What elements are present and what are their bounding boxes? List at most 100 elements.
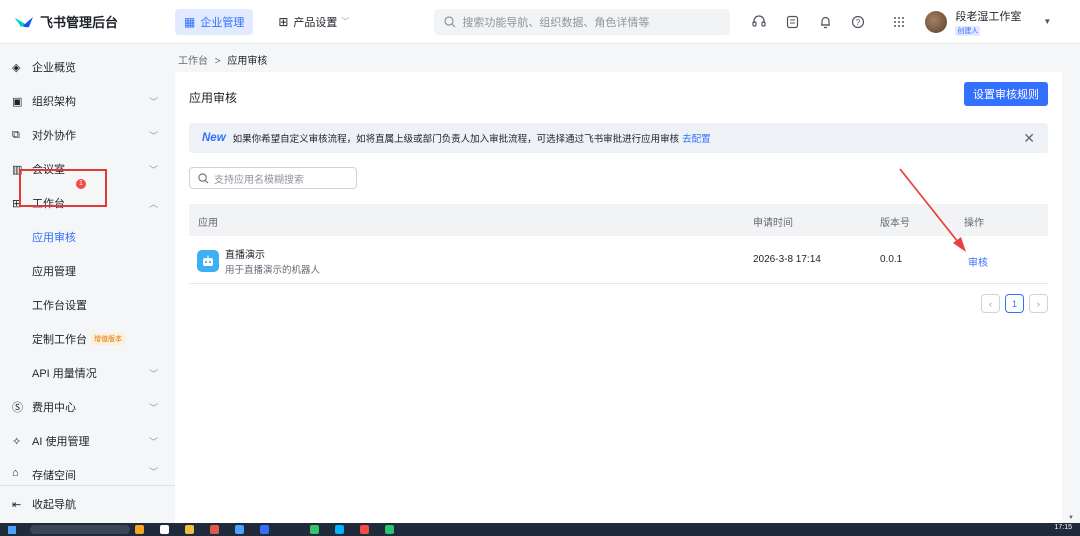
search-placeholder: 搜索功能导航、组织数据、角色详情等 <box>462 16 650 29</box>
close-icon[interactable]: ✕ <box>1023 130 1035 147</box>
sidebar-item-org-structure[interactable]: ▣ 组织架构 ﹀ <box>0 86 175 116</box>
set-review-rules-button[interactable]: 设置审核规则 <box>964 82 1048 106</box>
premium-tag: 增值版本 <box>91 333 125 345</box>
scroll-down-icon: ▼ <box>1068 515 1074 521</box>
main-card: 应用审核 设置审核规则 New 如果你希望自定义审核流程，如将直属上级或部门负责… <box>175 72 1062 523</box>
breadcrumb-separator: > <box>214 56 221 67</box>
tab-label: 产品设置 <box>293 16 338 29</box>
sidebar-item-ai-management[interactable]: ✧ AI 使用管理 ﹀ <box>0 426 175 456</box>
sparkle-icon: ✧ <box>12 435 22 448</box>
sidebar-item-label: 企业概览 <box>32 62 76 74</box>
sidebar-item-label: API 用量情况 <box>32 368 97 380</box>
sidebar-item-external-collab[interactable]: ⧉ 对外协作 ﹀ <box>0 120 175 150</box>
headset-icon[interactable] <box>748 11 770 33</box>
breadcrumb-parent[interactable]: 工作台 <box>178 56 208 67</box>
sidebar-item-app-review[interactable]: 应用审核 <box>0 222 175 252</box>
taskbar-app-icon[interactable] <box>360 525 369 534</box>
caret-down-icon: ▼ <box>1043 17 1052 26</box>
sidebar-item-label: 费用中心 <box>32 402 76 414</box>
version: 0.0.1 <box>880 254 903 265</box>
svg-text:?: ? <box>856 18 861 27</box>
page-title: 应用审核 <box>189 91 238 105</box>
table-row: 直播演示 用于直播演示的机器人 2026-3-8 17:14 0.0.1 审核 <box>189 236 1048 284</box>
scrollbar[interactable]: ▼ <box>1062 44 1080 523</box>
document-icon[interactable] <box>781 11 803 33</box>
sidebar-item-label: 应用审核 <box>32 232 76 244</box>
storage-icon: ⌂ <box>12 467 19 479</box>
grid-icon: ⊞ <box>278 14 289 29</box>
sidebar-item-app-management[interactable]: 应用管理 <box>0 256 175 286</box>
brand[interactable]: 飞书管理后台 <box>0 12 175 31</box>
taskbar-search[interactable] <box>30 525 130 534</box>
sidebar-item-label: 工作台设置 <box>32 300 87 312</box>
taskbar-app-icon[interactable] <box>335 525 344 534</box>
sidebar-item-label: AI 使用管理 <box>32 436 90 448</box>
chevron-down-icon: ﹀ <box>148 164 158 175</box>
user-name: 段老湿工作室 <box>955 10 1022 23</box>
sidebar-item-enterprise-overview[interactable]: ◈ 企业概览 <box>0 52 175 82</box>
sidebar-item-label: 定制工作台 <box>32 334 87 346</box>
app-search-input[interactable]: 支持应用名模糊搜索 <box>189 167 357 189</box>
next-page-button[interactable]: › <box>1029 294 1048 313</box>
brand-name: 飞书管理后台 <box>40 15 119 30</box>
sidebar-item-label: 应用管理 <box>32 266 76 278</box>
search-icon <box>444 15 456 27</box>
top-bar: 飞书管理后台 ▦ 企业管理 ⊞ 产品设置 ﹀ 搜索功能导航、组织数据、角色详情等… <box>0 0 1080 44</box>
bell-icon[interactable] <box>814 11 836 33</box>
chevron-down-icon: ﹀ <box>341 17 350 26</box>
taskbar-app-icon[interactable] <box>135 525 144 534</box>
taskbar-app-icon[interactable] <box>160 525 169 534</box>
sidebar-item-label: 对外协作 <box>32 130 76 142</box>
apply-time: 2026-3-8 17:14 <box>753 254 821 265</box>
apps-grid-icon[interactable] <box>888 11 910 33</box>
org-icon: ▣ <box>12 95 23 108</box>
sidebar: ◈ 企业概览 ▣ 组织架构 ﹀ ⧉ 对外协作 ﹀ ▥ 会议室 ﹀ ⊞ 工作台 ︿… <box>0 45 175 523</box>
help-icon[interactable]: ? <box>847 11 869 33</box>
sidebar-item-billing[interactable]: Ⓢ 费用中心 ﹀ <box>0 392 175 422</box>
tab-label: 企业管理 <box>200 16 245 29</box>
user-menu[interactable]: 段老湿工作室 创建人 ▼ <box>925 8 1051 36</box>
sidebar-item-workbench-settings[interactable]: 工作台设置 <box>0 290 175 320</box>
layers-icon: ◈ <box>12 61 21 74</box>
new-tag: New <box>202 132 226 144</box>
taskbar-app-icon[interactable] <box>385 525 394 534</box>
notice-banner: New 如果你希望自定义审核流程，如将直属上级或部门负责人加入审批流程，可选择通… <box>189 123 1048 153</box>
breadcrumb-current: 应用审核 <box>227 56 268 67</box>
prev-page-button[interactable]: ‹ <box>981 294 1000 313</box>
collapse-icon: ⇤ <box>12 498 22 511</box>
collab-icon: ⧉ <box>12 128 20 141</box>
taskbar-app-icon[interactable] <box>235 525 244 534</box>
pagination: ‹ 1 › <box>976 294 1048 313</box>
tab-enterprise-management[interactable]: ▦ 企业管理 <box>175 8 254 35</box>
column-header-action: 操作 <box>964 218 984 229</box>
taskbar-app-icon[interactable] <box>310 525 319 534</box>
collapse-nav-button[interactable]: ⇤ 收起导航 <box>0 492 76 516</box>
page-number[interactable]: 1 <box>1005 294 1024 313</box>
search-icon <box>198 172 209 183</box>
breadcrumb: 工作台 > 应用审核 <box>178 52 267 67</box>
app-description: 用于直播演示的机器人 <box>225 265 321 276</box>
taskbar-app-icon[interactable] <box>260 525 269 534</box>
building-icon: ▦ <box>184 14 196 29</box>
windows-start-icon[interactable] <box>8 526 16 534</box>
chevron-down-icon: ﹀ <box>148 96 158 107</box>
app-review-table: 应用 申请时间 版本号 操作 直播演示 用于直播演示的机器人 2026-3-8 … <box>189 204 1048 284</box>
review-link[interactable]: 审核 <box>968 254 988 269</box>
search-placeholder: 支持应用名模糊搜索 <box>214 174 304 186</box>
chevron-down-icon: ﹀ <box>148 130 158 141</box>
column-header-version: 版本号 <box>880 218 910 229</box>
taskbar-app-icon[interactable] <box>210 525 219 534</box>
column-header-app: 应用 <box>198 218 218 229</box>
sidebar-item-storage[interactable]: ⌂ 存储空间 ﹀ <box>0 458 175 480</box>
collapse-label: 收起导航 <box>32 499 76 511</box>
sidebar-item-label: 组织架构 <box>32 96 76 108</box>
sidebar-item-api-usage[interactable]: API 用量情况 ﹀ <box>0 358 175 388</box>
tab-product-settings[interactable]: ⊞ 产品设置 ﹀ <box>269 9 358 35</box>
global-search-input[interactable]: 搜索功能导航、组织数据、角色详情等 <box>434 8 731 35</box>
chevron-down-icon: ﹀ <box>148 368 158 379</box>
column-header-time: 申请时间 <box>753 218 793 229</box>
taskbar-app-icon[interactable] <box>185 525 194 534</box>
sidebar-item-custom-workbench[interactable]: 定制工作台 增值版本 <box>0 324 175 354</box>
sidebar-item-label: 存储空间 <box>32 470 76 480</box>
configure-link[interactable]: 去配置 <box>682 131 711 145</box>
